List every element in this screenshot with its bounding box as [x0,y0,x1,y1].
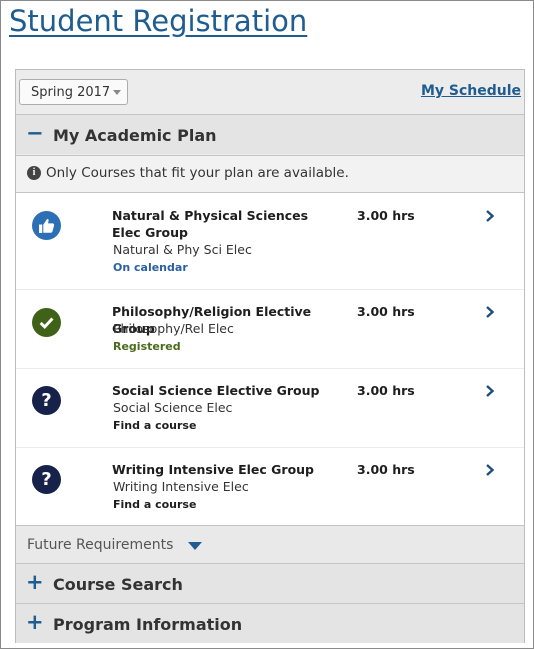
program-information-title: Program Information [53,615,243,634]
course-hours: 3.00 hrs [357,304,415,319]
thumbs-up-icon [32,211,61,240]
chevron-right-icon[interactable] [484,385,496,397]
chevron-right-icon[interactable] [484,306,496,318]
course-status: Registered [113,340,181,353]
course-row[interactable]: ? Writing Intensive Elec Group Writing I… [16,447,524,526]
course-status[interactable]: Find a course [113,419,196,432]
question-icon: ? [32,465,61,494]
future-requirements-label: Future Requirements [27,537,174,553]
course-short-name: Philosophy/Rel Elec [113,321,234,336]
term-select[interactable]: Spring 2017 [19,79,128,105]
course-row[interactable]: Natural & Physical Sciences Elec Group N… [16,193,524,290]
info-banner: i Only Courses that fit your plan are av… [16,155,524,192]
academic-plan-header[interactable]: − My Academic Plan [16,114,524,154]
program-information-header[interactable]: + Program Information [16,603,524,643]
expand-icon: + [26,570,44,594]
course-hours: 3.00 hrs [357,208,415,223]
course-search-header[interactable]: + Course Search [16,563,524,603]
course-search-title: Course Search [53,575,183,594]
future-requirements-toggle[interactable]: Future Requirements [16,525,524,563]
course-list: Natural & Physical Sciences Elec Group N… [16,192,524,526]
course-hours: 3.00 hrs [357,383,415,398]
registration-panel: Spring 2017 My Schedule − My Academic Pl… [15,69,525,643]
info-message: Only Courses that fit your plan are avai… [46,165,349,181]
course-status[interactable]: Find a course [113,498,196,511]
my-schedule-link[interactable]: My Schedule [421,83,521,99]
course-row[interactable]: Philosophy/Religion Elective Group Philo… [16,289,524,369]
info-icon: i [27,166,41,180]
check-icon [32,308,61,337]
course-short-name: Social Science Elec [113,400,233,415]
chevron-right-icon[interactable] [484,464,496,476]
course-hours: 3.00 hrs [357,462,415,477]
question-icon: ? [32,386,61,415]
course-status: On calendar [113,261,188,274]
chevron-right-icon[interactable] [484,210,496,222]
page-title[interactable]: Student Registration [9,4,307,38]
academic-plan-title: My Academic Plan [53,126,217,145]
caret-down-icon [113,90,121,95]
course-name: Writing Intensive Elec Group [112,462,315,477]
course-name: Social Science Elective Group [112,383,320,398]
term-select-value: Spring 2017 [31,85,111,100]
course-name: Natural & Physical Sciences Elec Group [112,208,309,240]
course-short-name: Natural & Phy Sci Elec [113,242,252,257]
collapse-icon: − [26,121,44,145]
course-short-name: Writing Intensive Elec [113,479,249,494]
toolbar: Spring 2017 My Schedule [16,70,524,114]
caret-down-icon [188,542,202,550]
course-row[interactable]: ? Social Science Elective Group Social S… [16,368,524,448]
expand-icon: + [26,610,44,634]
